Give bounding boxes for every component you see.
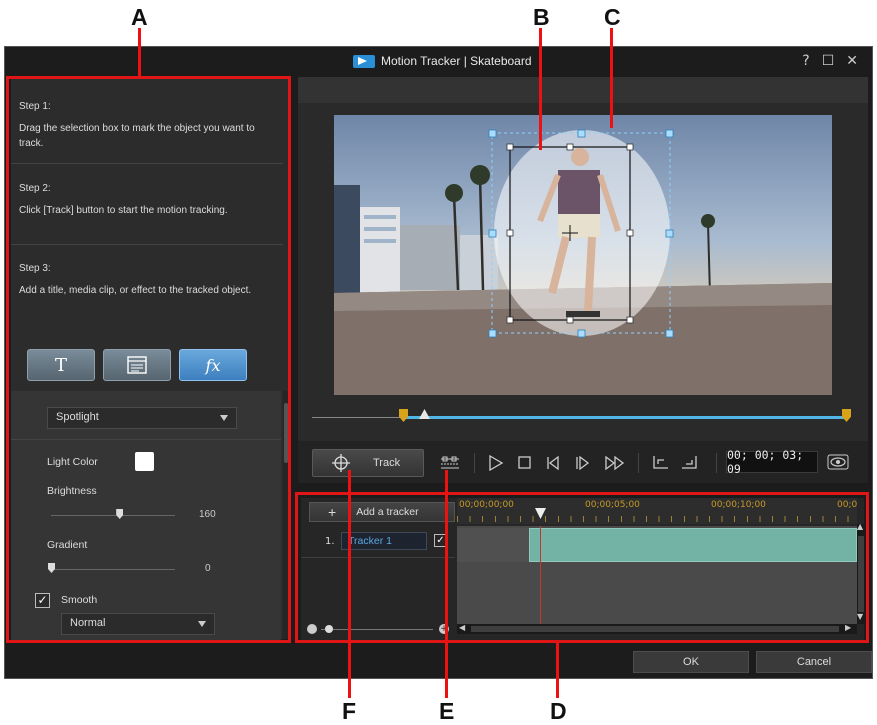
callout-box-d bbox=[295, 492, 869, 643]
mark-out-icon[interactable] bbox=[680, 454, 700, 472]
playhead-slider[interactable] bbox=[419, 409, 430, 419]
next-frame-icon[interactable] bbox=[575, 455, 591, 471]
callout-b: B bbox=[533, 4, 550, 30]
track-button[interactable]: Track bbox=[312, 449, 424, 477]
play-icon[interactable] bbox=[488, 455, 504, 471]
app-logo-icon bbox=[353, 54, 375, 68]
callout-line-f bbox=[348, 470, 351, 698]
preview-area bbox=[298, 77, 868, 477]
callout-line-c bbox=[610, 28, 613, 128]
callout-d: D bbox=[550, 698, 567, 724]
preview-header bbox=[298, 77, 868, 103]
callout-a: A bbox=[131, 4, 148, 30]
help-button[interactable]: ? bbox=[802, 53, 809, 69]
callout-line-d bbox=[556, 643, 559, 698]
callout-box-a bbox=[6, 76, 291, 643]
callout-line-a bbox=[138, 28, 141, 76]
callout-f: F bbox=[342, 698, 357, 724]
scrub-track-left bbox=[312, 417, 404, 418]
mark-in-handle[interactable] bbox=[399, 409, 408, 422]
previous-frame-icon[interactable] bbox=[546, 455, 562, 471]
fast-forward-icon[interactable] bbox=[604, 455, 626, 471]
close-button[interactable]: ✕ bbox=[846, 53, 858, 69]
window-title: Motion Tracker | Skateboard bbox=[353, 54, 532, 68]
ok-button[interactable]: OK bbox=[633, 651, 749, 673]
video-preview[interactable] bbox=[334, 115, 832, 395]
maximize-button[interactable]: ☐ bbox=[822, 53, 835, 69]
callout-c: C bbox=[604, 4, 621, 30]
track-settings-icon[interactable] bbox=[440, 456, 460, 470]
mark-out-handle[interactable] bbox=[842, 409, 851, 422]
callout-line-e bbox=[445, 470, 448, 698]
skateboard-scene bbox=[334, 129, 832, 395]
track-button-label: Track bbox=[373, 457, 401, 469]
callout-line-b bbox=[539, 28, 542, 150]
stop-icon[interactable] bbox=[518, 456, 532, 470]
mark-in-icon[interactable] bbox=[650, 454, 670, 472]
title-bar: Motion Tracker | Skateboard ? ☐ ✕ bbox=[5, 47, 872, 75]
callout-e: E bbox=[439, 698, 455, 724]
scrub-track-range[interactable] bbox=[404, 416, 844, 419]
cancel-button[interactable]: Cancel bbox=[756, 651, 872, 673]
window-title-text: Motion Tracker | Skateboard bbox=[381, 54, 532, 68]
timecode-display[interactable]: 00; 00; 03; 09 bbox=[726, 448, 818, 476]
control-bar: Track 00; 00; 03; 09 bbox=[298, 441, 868, 483]
eye-icon[interactable] bbox=[827, 454, 849, 470]
